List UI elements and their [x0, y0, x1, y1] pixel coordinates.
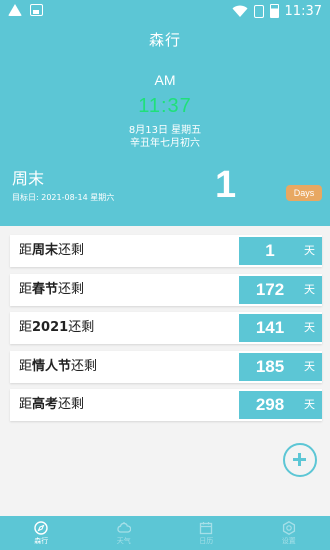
- compass-icon: [34, 521, 48, 535]
- days-count: 298: [255, 395, 285, 414]
- lunar-date-label: 辛丑年七月初六: [130, 138, 200, 149]
- days-count: 172: [255, 279, 285, 299]
- status-time: 11:37: [284, 3, 322, 19]
- clock-time: 11:37: [138, 95, 192, 117]
- list-item[interactable]: 距周末还剩 1 天: [10, 235, 322, 267]
- days-count: 141: [255, 318, 285, 337]
- list-item[interactable]: 距高考还剩 298 天: [10, 389, 322, 421]
- featured-target-date: 目标日: 2021-08-14 星期六: [12, 193, 115, 202]
- add-event-button[interactable]: [283, 443, 317, 477]
- nav-label: 日历: [199, 537, 214, 545]
- days-box: 298 天: [239, 391, 322, 419]
- sim-icon: [253, 4, 264, 18]
- days-badge: Days: [286, 185, 322, 201]
- event-label: 距2021还剩: [19, 320, 95, 335]
- days-unit: 天: [304, 282, 315, 296]
- featured-days-count: 1: [215, 164, 237, 206]
- days-box: 141 天: [239, 314, 322, 342]
- days-unit: 天: [304, 244, 315, 257]
- battery-icon: [269, 4, 279, 18]
- event-label: 距周末还剩: [19, 243, 85, 258]
- nav-item-calendar[interactable]: 日历: [165, 516, 248, 550]
- days-box: 185 天: [239, 352, 322, 381]
- status-bar: 11:37: [0, 0, 330, 24]
- nav-label: 森行: [34, 537, 49, 545]
- nav-label: 天气: [116, 537, 131, 545]
- gear-icon: [282, 521, 295, 535]
- list-item[interactable]: 距春节还剩 172 天: [10, 273, 322, 306]
- days-box: 172 天: [239, 275, 322, 304]
- days-unit: 天: [304, 359, 315, 373]
- event-label: 距高考还剩: [19, 397, 85, 412]
- nav-item-weather[interactable]: 天气: [83, 516, 166, 550]
- event-label: 距情人节还剩: [19, 358, 98, 374]
- featured-event-name[interactable]: 周末: [12, 165, 44, 189]
- list-item[interactable]: 距2021还剩 141 天: [10, 312, 322, 344]
- event-label: 距春节还剩: [19, 281, 85, 297]
- warning-icon: [8, 4, 22, 16]
- days-count: 185: [255, 356, 285, 376]
- ampm-label: AM: [154, 72, 176, 88]
- bottom-nav: 森行 天气 日历 设置: [0, 516, 330, 550]
- nav-label: 设置: [281, 537, 296, 545]
- days-unit: 天: [304, 398, 315, 411]
- nav-item-settings[interactable]: 设置: [248, 516, 330, 550]
- weather-icon: [117, 522, 131, 533]
- nav-item-home[interactable]: 森行: [0, 516, 83, 550]
- wifi-icon: [232, 5, 248, 17]
- days-box: 1 天: [239, 237, 322, 265]
- list-item[interactable]: 距情人节还剩 185 天: [10, 350, 322, 383]
- event-list: 距周末还剩 1 天 距春节还剩 172 天 距2021还剩 141 天 距情人节…: [10, 235, 322, 428]
- header: 11:37 森行 AM 11:37 8月13日 星期五 辛丑年七月初六 周末 目…: [0, 0, 330, 226]
- days-unit: 天: [304, 321, 315, 334]
- calendar-icon: [200, 522, 213, 535]
- app-title: 森行: [148, 31, 181, 49]
- days-count: 1: [265, 241, 275, 260]
- image-notification-icon: [30, 4, 43, 16]
